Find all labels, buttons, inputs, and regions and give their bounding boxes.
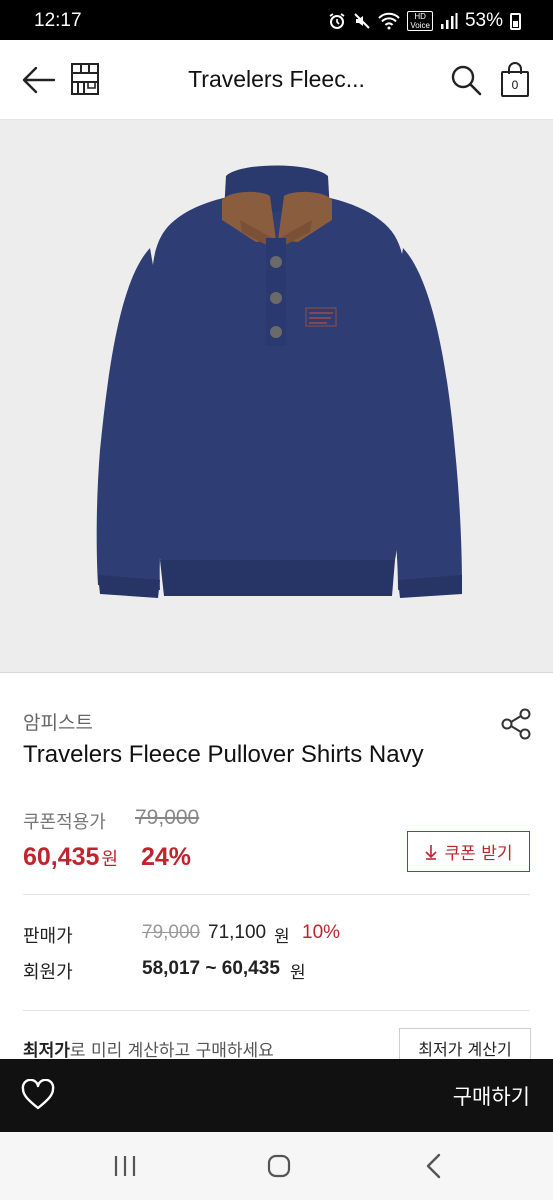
- member-price-won: 원: [290, 963, 306, 983]
- page-title: Travelers Fleec...: [188, 66, 365, 92]
- heart-icon[interactable]: [20, 1079, 56, 1111]
- recent-apps-icon[interactable]: [109, 1150, 141, 1182]
- coupon-original-price: 79,000: [135, 806, 200, 829]
- sale-original-price: 79,000: [142, 922, 201, 943]
- mute-icon: [354, 13, 371, 29]
- cart-button[interactable]: 0: [500, 62, 530, 98]
- divider: [23, 894, 530, 895]
- coupon-price-won: 원: [101, 849, 119, 870]
- product-name: Travelers Fleece Pullover Shirts Navy: [23, 741, 424, 768]
- app-bar: Travelers Fleec... 0: [0, 40, 553, 120]
- system-nav-bar: [0, 1132, 553, 1200]
- coupon-price-label: 쿠폰적용가: [23, 812, 106, 833]
- member-price-label: 회원가: [23, 962, 73, 983]
- battery-percent: 53%: [464, 10, 503, 31]
- buy-bar: 구매하기: [0, 1059, 553, 1132]
- status-time: 12:17: [34, 10, 82, 31]
- coupon-price: 60,435 원: [23, 843, 118, 872]
- store-icon[interactable]: [70, 62, 100, 96]
- lowest-price-bold: 최저가: [23, 1041, 70, 1061]
- product-photo: [96, 165, 462, 598]
- search-icon[interactable]: [450, 64, 482, 96]
- coupon-price-value: 60,435: [23, 843, 100, 871]
- lowest-price-rest: 로 미리 계산하고 구매하세요: [69, 1041, 274, 1061]
- cart-count: 0: [511, 78, 519, 92]
- share-icon[interactable]: [498, 706, 534, 742]
- product-brand[interactable]: 암피스트: [23, 708, 93, 735]
- member-price-range: 58,017 ~ 60,435: [142, 958, 280, 979]
- home-icon[interactable]: [263, 1150, 295, 1182]
- coupon-download-button[interactable]: 쿠폰 받기: [407, 831, 530, 872]
- buy-button[interactable]: 구매하기: [453, 1081, 530, 1111]
- voice-label: Voice: [410, 21, 430, 30]
- wifi-icon: [378, 12, 401, 30]
- lowest-price-prompt: 최저가로 미리 계산하고 구매하세요: [23, 1036, 274, 1061]
- sale-price-label: 판매가: [23, 926, 73, 947]
- product-image[interactable]: [0, 120, 553, 673]
- alarm-icon: [329, 13, 345, 29]
- sale-discount-rate: 10%: [302, 922, 341, 943]
- download-arrow-icon: [424, 844, 437, 860]
- divider: [23, 1010, 530, 1011]
- hd-label: HD: [414, 12, 426, 21]
- coupon-download-label: 쿠폰 받기: [444, 844, 513, 864]
- sale-price-won: 원: [274, 927, 290, 947]
- status-icons: HD Voice 53%: [328, 10, 521, 32]
- sale-price: 71,100: [208, 922, 267, 943]
- back-arrow-icon[interactable]: [20, 64, 56, 96]
- hd-voice-badge: HD Voice: [407, 11, 433, 31]
- signal-icon: [440, 13, 458, 29]
- status-bar: 12:17 HD Voice 53%: [0, 0, 553, 40]
- coupon-discount-rate: 24%: [141, 843, 192, 871]
- battery-icon: [510, 12, 521, 30]
- back-icon[interactable]: [419, 1150, 451, 1182]
